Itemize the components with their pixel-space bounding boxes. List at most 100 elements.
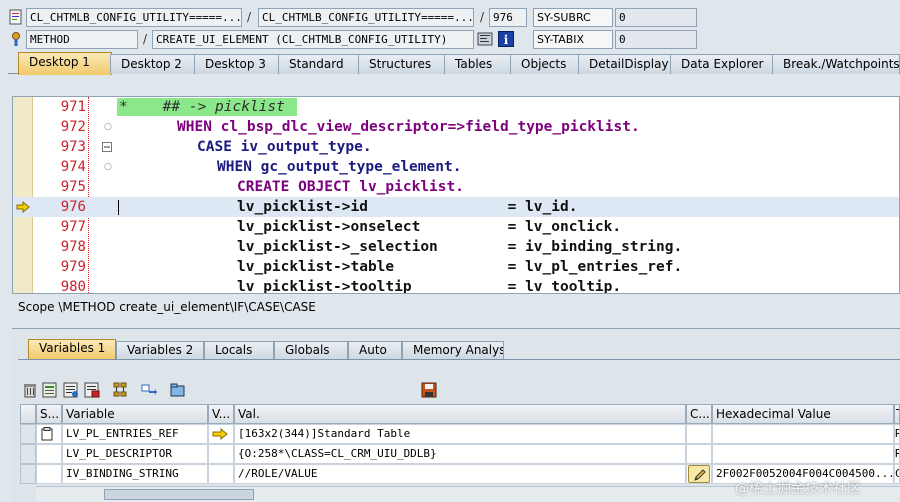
tab-data-explorer[interactable]: Data Explorer [670,54,774,74]
table-row-v[interactable] [208,444,234,464]
code-text: WHEN cl_bsp_dlc_view_descriptor=>field_t… [177,119,640,135]
line-number: 977 [60,219,86,235]
column-header-variable[interactable]: Variable [62,404,208,424]
insert-row-icon[interactable] [42,382,58,398]
table-row-status [36,424,62,444]
line-number: 973 [60,139,86,155]
column-header-hex[interactable]: Hexadecimal Value [712,404,894,424]
hierarchy-icon[interactable] [112,382,128,398]
sy-tabix-name[interactable]: SY-TABIX [533,30,613,49]
table-row-v[interactable] [208,464,234,484]
code-line[interactable]: 974 ○ WHEN gc_output_type_element. [13,157,899,177]
tab-desktop-3[interactable]: Desktop 3 [194,54,280,74]
code-line[interactable]: 980 lv_picklist->tooltip = lv_tooltip. [13,277,899,294]
code-line[interactable]: 977 lv_picklist->onselect = lv_onclick. [13,217,899,237]
line-number: 979 [60,259,86,275]
scope-path: Scope \METHOD create_ui_element\IF\CASE\… [18,300,316,314]
table-row-variable[interactable]: LV_PL_ENTRIES_REF [62,424,208,444]
method-icon [8,31,24,47]
variables-tab-strip: Variables 1 Variables 2 Locals Globals A… [18,339,900,360]
tab-structures[interactable]: Structures [358,54,446,74]
save-variant-icon[interactable] [84,382,100,398]
line-number: 980 [60,279,86,294]
code-line[interactable]: 975 CREATE OBJECT lv_picklist. [13,177,899,197]
navigate-icon[interactable] [141,382,157,398]
event-field[interactable]: CREATE_UI_ELEMENT (CL_CHTMLB_CONFIG_UTIL… [152,30,474,49]
table-row-hex[interactable] [712,444,894,464]
column-header-status[interactable]: S... [36,404,62,424]
change-value-button[interactable] [688,465,710,483]
tab-desktop-2[interactable]: Desktop 2 [110,54,196,74]
detail-icon[interactable] [63,382,79,398]
save-icon[interactable] [421,382,437,398]
program-icon [8,9,24,25]
tab-memory-analysis[interactable]: Memory Analysis [402,341,504,360]
separator: / [480,10,485,24]
sy-subrc-value[interactable]: 0 [615,8,697,27]
code-text: lv_picklist->_selection = iv_binding_str… [237,239,683,255]
column-header-c[interactable]: C... [686,404,712,424]
table-row-status [36,444,62,464]
table-row-value[interactable]: [163x2(344)]Standard Table [234,424,686,444]
current-code-line[interactable]: 976 lv_picklist->id = lv_id. [13,197,899,217]
delete-icon[interactable] [22,382,38,398]
row-selector[interactable] [20,424,36,444]
code-line[interactable]: 971 * ## -> picklist [13,97,899,117]
tab-desktop-1[interactable]: Desktop 1 [18,52,112,75]
column-header-type[interactable]: T [894,404,900,424]
current-line-arrow-icon [16,200,30,214]
table-row-hex[interactable] [712,424,894,444]
svg-text:i: i [504,33,509,47]
table-row-variable[interactable]: IV_BINDING_STRING [62,464,208,484]
tab-standard[interactable]: Standard [278,54,360,74]
code-line[interactable]: 973 CASE iv_output_type. [13,137,899,157]
code-text: lv_picklist->onselect = lv_onclick. [237,219,622,235]
code-line[interactable]: 978 lv_picklist->_selection = iv_binding… [13,237,899,257]
source-code-editor[interactable]: 971 * ## -> picklist 972 ○ WHEN cl_bsp_d… [12,96,900,294]
program-field[interactable]: CL_CHTMLB_CONFIG_UTILITY=====... [26,8,242,27]
tab-variables-1[interactable]: Variables 1 [28,339,116,360]
display-source-icon[interactable] [477,31,493,47]
sy-tabix-value[interactable]: 0 [615,30,697,49]
table-row-c[interactable] [686,444,712,464]
info-icon[interactable]: i [498,31,514,47]
row-selector[interactable] [20,444,36,464]
table-row-value[interactable]: {O:258*\CLASS=CL_CRM_UIU_DDLB} [234,444,686,464]
table-row-value[interactable]: //ROLE/VALUE [234,464,686,484]
code-text: lv_picklist->table = lv_pl_entries_ref. [237,259,683,275]
code-line[interactable]: 972 ○ WHEN cl_bsp_dlc_view_descriptor=>f… [13,117,899,137]
table-row-type: R [894,424,900,444]
tab-divider [18,359,900,360]
column-header-v[interactable]: V... [208,404,234,424]
folder-icon[interactable] [170,382,186,398]
line-number: 974 [60,159,86,175]
tab-detail-display[interactable]: DetailDisplay [578,54,672,74]
code-text: WHEN gc_output_type_element. [217,159,462,175]
event-type-field[interactable]: METHOD [26,30,138,49]
code-text: CASE iv_output_type. [197,139,372,155]
tab-variables-2[interactable]: Variables 2 [116,341,204,360]
line-field[interactable]: 976 [489,8,527,27]
line-number: 978 [60,239,86,255]
row-selector[interactable] [20,464,36,484]
tab-objects[interactable]: Objects [510,54,580,74]
code-line[interactable]: 979 lv_picklist->table = lv_pl_entries_r… [13,257,899,277]
table-row-v[interactable] [208,424,234,444]
scrollbar-thumb[interactable] [104,489,254,500]
arrow-right-icon[interactable] [212,427,228,443]
fold-dot: ○ [104,162,112,172]
sy-subrc-name[interactable]: SY-SUBRC [533,8,613,27]
tab-locals[interactable]: Locals [204,341,274,360]
table-row-c[interactable] [686,424,712,444]
table-row-variable[interactable]: LV_PL_DESCRIPTOR [62,444,208,464]
include-field[interactable]: CL_CHTMLB_CONFIG_UTILITY=====... [258,8,474,27]
tab-tables[interactable]: Tables [444,54,512,74]
code-text: lv_picklist->tooltip = lv_tooltip. [237,279,622,294]
code-text: CREATE OBJECT lv_picklist. [237,179,464,195]
text-caret [118,200,119,215]
tab-auto[interactable]: Auto [348,341,402,360]
tab-globals[interactable]: Globals [274,341,348,360]
tab-break-watchpoints[interactable]: Break./Watchpoints [772,54,900,74]
separator: / [143,32,148,46]
column-header-value[interactable]: Val. [234,404,686,424]
